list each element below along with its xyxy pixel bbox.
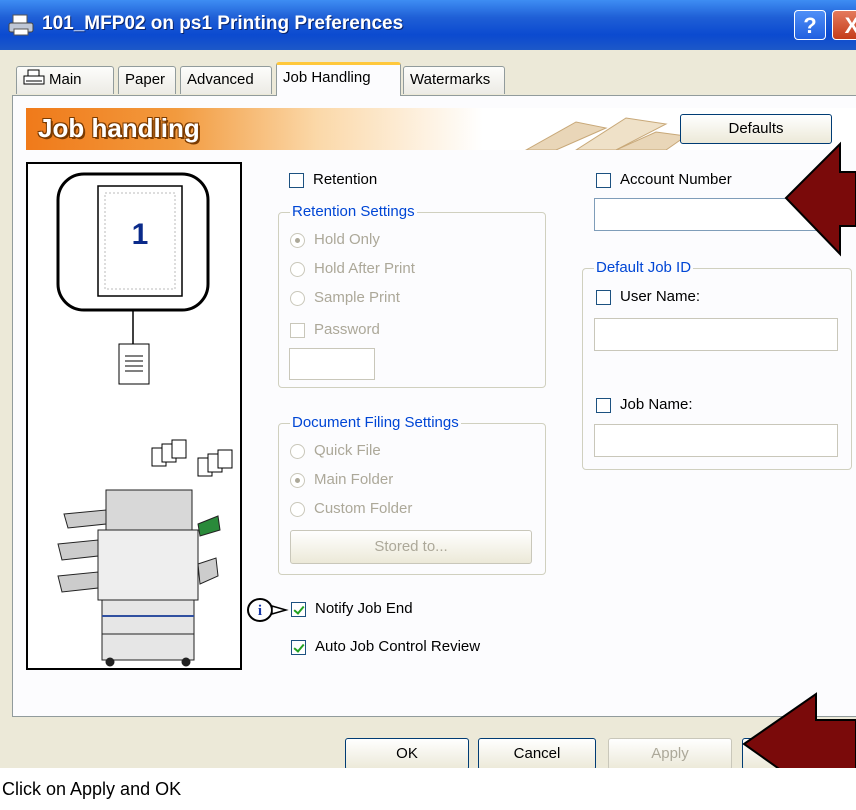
job-name-checkbox[interactable] bbox=[596, 398, 611, 413]
default-job-id-title: Default Job ID bbox=[594, 259, 694, 276]
tab-job-handling[interactable]: Job Handling bbox=[276, 62, 401, 96]
hold-after-print-radio[interactable] bbox=[290, 262, 305, 277]
main-folder-radio[interactable] bbox=[290, 473, 305, 488]
cancel-button[interactable]: Cancel bbox=[478, 738, 596, 768]
sample-print-label: Sample Print bbox=[314, 289, 400, 306]
window-title: 101_MFP02 on ps1 Printing Preferences bbox=[42, 13, 404, 34]
main-folder-label: Main Folder bbox=[314, 471, 394, 488]
user-name-label: User Name: bbox=[620, 288, 701, 305]
retention-settings-title: Retention Settings bbox=[290, 203, 417, 220]
auto-job-control-review-label: Auto Job Control Review bbox=[315, 638, 481, 655]
account-number-checkbox[interactable] bbox=[596, 173, 611, 188]
tab-main-label: Main bbox=[49, 71, 82, 88]
tab-main[interactable]: Main bbox=[16, 66, 114, 94]
quick-file-radio[interactable] bbox=[290, 444, 305, 459]
hold-after-print-label: Hold After Print bbox=[314, 260, 415, 277]
printing-preferences-window: 101_MFP02 on ps1 Printing Preferences ? … bbox=[0, 0, 856, 768]
copier-machine-art bbox=[57, 489, 221, 667]
ok-button[interactable]: OK bbox=[345, 738, 469, 768]
preview-page-number: 1 bbox=[131, 218, 149, 251]
stored-to-button[interactable]: Stored to... bbox=[290, 530, 532, 564]
printer-tab-icon bbox=[23, 69, 45, 85]
annotation-arrow-account bbox=[784, 141, 856, 257]
custom-folder-radio[interactable] bbox=[290, 502, 305, 517]
hold-only-radio[interactable] bbox=[290, 233, 305, 248]
title-bar[interactable]: 101_MFP02 on ps1 Printing Preferences ? … bbox=[0, 0, 856, 50]
user-name-field[interactable] bbox=[594, 318, 838, 351]
quick-file-label: Quick File bbox=[314, 442, 381, 459]
account-number-label: Account Number bbox=[620, 171, 732, 188]
document-filing-title: Document Filing Settings bbox=[290, 414, 461, 431]
help-button[interactable]: ? bbox=[794, 10, 826, 40]
paper-stack-art bbox=[524, 117, 686, 150]
instruction-caption: Click on Apply and OK bbox=[0, 768, 856, 799]
custom-folder-label: Custom Folder bbox=[314, 500, 413, 517]
collated-copies-art bbox=[151, 439, 233, 477]
apply-button[interactable]: Apply bbox=[608, 738, 732, 768]
hold-only-label: Hold Only bbox=[314, 231, 380, 248]
retention-label: Retention bbox=[313, 171, 378, 188]
password-checkbox[interactable] bbox=[290, 323, 305, 338]
tab-strip: Main Paper Advanced Job Handling Waterma… bbox=[0, 62, 856, 96]
printer-icon bbox=[8, 14, 34, 36]
sample-print-radio[interactable] bbox=[290, 291, 305, 306]
password-field[interactable] bbox=[289, 348, 375, 380]
job-name-field[interactable] bbox=[594, 424, 838, 457]
tab-watermarks[interactable]: Watermarks bbox=[403, 66, 505, 94]
banner-title: Job handling bbox=[38, 113, 200, 143]
notify-job-end-checkbox[interactable] bbox=[291, 602, 306, 617]
password-label: Password bbox=[314, 321, 380, 338]
tab-advanced[interactable]: Advanced bbox=[180, 66, 272, 94]
close-button[interactable]: X bbox=[832, 10, 856, 40]
user-name-checkbox[interactable] bbox=[596, 290, 611, 305]
retention-checkbox[interactable] bbox=[289, 173, 304, 188]
info-icon[interactable]: i bbox=[246, 596, 290, 624]
tab-paper[interactable]: Paper bbox=[118, 66, 176, 94]
notify-job-end-label: Notify Job End bbox=[315, 600, 413, 617]
job-name-label: Job Name: bbox=[620, 396, 693, 413]
job-preview-pane: 1 bbox=[26, 162, 242, 670]
svg-text:i: i bbox=[258, 603, 262, 619]
auto-job-control-review-checkbox[interactable] bbox=[291, 640, 306, 655]
